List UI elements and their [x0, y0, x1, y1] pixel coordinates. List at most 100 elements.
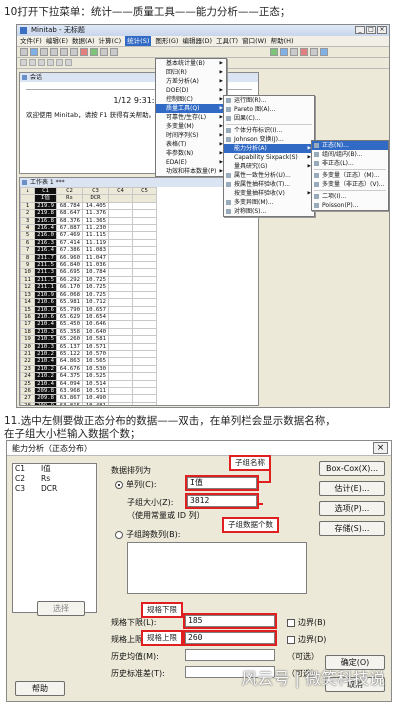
column-c1[interactable]: C1	[34, 186, 57, 196]
lower-boundary-option[interactable]: 边界(B)	[287, 617, 326, 628]
cell-c3[interactable]: 10.657	[82, 305, 109, 314]
cell-c2[interactable]: 64.676	[56, 364, 83, 374]
stat-menu-item-anova[interactable]: 方差分析(A)	[156, 77, 226, 86]
lower-boundary-checkbox[interactable]	[287, 618, 295, 627]
cell-c1[interactable]: 211.5	[34, 275, 57, 285]
quality-item-capability[interactable]: 能力分析(A)	[224, 144, 314, 153]
cell-c2[interactable]: 63.867	[56, 394, 83, 403]
capability-item-poisson[interactable]: Poisson(P)...	[312, 201, 388, 210]
cell-c1[interactable]: 210.4	[34, 379, 57, 388]
quality-item-johnson[interactable]: Johnson 变换(J)...	[224, 135, 314, 144]
cell-c2[interactable]: 67.887	[56, 224, 83, 233]
column-c5[interactable]: C5	[132, 186, 157, 196]
menu-calc[interactable]: 计算(C)	[99, 36, 122, 46]
cell-c3[interactable]: 10.481	[82, 401, 109, 405]
maximize-icon[interactable]: □	[366, 26, 376, 34]
cell-empty[interactable]	[132, 224, 157, 233]
row-number[interactable]: 25	[20, 379, 35, 388]
tool-c-icon[interactable]	[38, 59, 45, 66]
row-number[interactable]: 26	[20, 386, 35, 396]
copy-icon[interactable]	[60, 48, 68, 56]
upper-boundary-checkbox[interactable]	[287, 635, 295, 644]
across-rows-radio[interactable]	[115, 530, 123, 539]
cell-c1[interactable]: 210.2	[34, 349, 57, 359]
options-button[interactable]: 选项(P)...	[319, 501, 385, 516]
variable-item[interactable]: C2 Rs	[13, 474, 96, 484]
stat-menu-item-regression[interactable]: 回归(R)	[156, 68, 226, 77]
row-number[interactable]: 20	[20, 342, 35, 351]
cell-c1[interactable]: 219.9	[34, 201, 57, 211]
worksheet-icon[interactable]	[280, 48, 288, 56]
stat-menu-item-timeseries[interactable]: 时间序列(S)	[156, 131, 226, 140]
cell-c3[interactable]: 10.490	[82, 394, 109, 403]
boxcox-button[interactable]: Box-Cox(X)...	[319, 461, 385, 476]
cell-c2[interactable]: 66.068	[56, 290, 83, 300]
cell-empty[interactable]	[132, 364, 157, 374]
menu-editor[interactable]: 编辑器(D)	[182, 36, 212, 46]
quality-item-cause-effect[interactable]: 因果(C)...	[224, 114, 314, 123]
cell-empty[interactable]	[132, 357, 157, 366]
capability-item-multi-normal[interactable]: 多变量（正态）(M)...	[312, 171, 388, 180]
row-number[interactable]: 21	[20, 349, 35, 359]
cell-empty[interactable]	[108, 261, 133, 270]
minimize-icon[interactable]: _	[355, 26, 365, 34]
cell-empty[interactable]	[132, 349, 157, 359]
cell-c2[interactable]: 68.647	[56, 209, 83, 218]
cell-c3[interactable]: 10.525	[82, 372, 109, 381]
cell-c3[interactable]: 11.376	[82, 209, 109, 218]
cell-empty[interactable]	[108, 312, 133, 322]
close-icon[interactable]: ×	[377, 26, 387, 34]
row-number[interactable]: 7	[20, 246, 35, 255]
cell-empty[interactable]	[108, 357, 133, 366]
cell-c1[interactable]: 216.3	[34, 238, 57, 248]
cell-c2[interactable]: 66.170	[56, 283, 83, 292]
cell-c3[interactable]: 10.530	[82, 364, 109, 374]
row-number[interactable]: 24	[20, 372, 35, 381]
cell-c3[interactable]: 10.725	[82, 275, 109, 285]
row-number[interactable]: 2	[20, 209, 35, 218]
cell-empty[interactable]	[132, 268, 157, 277]
cell-c2[interactable]: 65.137	[56, 342, 83, 351]
cell-c3[interactable]: 10.640	[82, 327, 109, 337]
cell-c1[interactable]: 210.6	[34, 298, 57, 307]
cell-empty[interactable]	[108, 253, 133, 263]
tool-e-icon[interactable]	[56, 59, 63, 66]
row-number[interactable]: 17	[20, 320, 35, 329]
cell-empty[interactable]	[132, 290, 157, 300]
undo-icon[interactable]	[80, 48, 88, 56]
row-number[interactable]: 12	[20, 283, 35, 292]
cell-c1[interactable]: 216.4	[34, 246, 57, 255]
cell-empty[interactable]	[108, 364, 133, 374]
column-name-c4[interactable]	[108, 194, 133, 203]
quality-item-gage[interactable]: 量具研究(G)	[224, 162, 314, 171]
column-name-c5[interactable]	[132, 194, 157, 203]
cell-c2[interactable]: 66.840	[56, 261, 83, 270]
cell-c1[interactable]: 210.5	[34, 335, 57, 344]
print-icon[interactable]	[40, 48, 48, 56]
capability-item-binomial[interactable]: 二项(I)...	[312, 192, 388, 201]
find-icon[interactable]	[100, 48, 108, 56]
cell-empty[interactable]	[132, 231, 157, 240]
across-rows-input[interactable]	[127, 542, 307, 594]
cell-c1[interactable]: 216.4	[34, 224, 57, 233]
cell-empty[interactable]	[108, 335, 133, 344]
cell-c2[interactable]: 65.358	[56, 327, 83, 337]
menu-edit[interactable]: 编辑(E)	[46, 36, 68, 46]
cell-c3[interactable]: 11.365	[82, 216, 109, 226]
info-icon[interactable]	[310, 48, 318, 56]
single-column-radio[interactable]	[115, 480, 123, 489]
cell-empty[interactable]	[108, 290, 133, 300]
cell-c2[interactable]: 63.968	[56, 386, 83, 396]
cell-c3[interactable]: 10.581	[82, 335, 109, 344]
tool-b-icon[interactable]	[29, 59, 36, 66]
cell-c3[interactable]: 11.083	[82, 246, 109, 255]
quality-item-accept-attr[interactable]: 按属性抽样验收(T)...	[224, 180, 314, 189]
row-number[interactable]: 8	[20, 253, 35, 263]
cell-c2[interactable]: 63.815	[56, 401, 83, 405]
cell-c1[interactable]: 210.6	[34, 312, 57, 322]
cell-empty[interactable]	[108, 268, 133, 277]
row-number[interactable]: 13	[20, 290, 35, 300]
cell-c2[interactable]: 64.375	[56, 372, 83, 381]
row-number[interactable]: 9	[20, 261, 35, 270]
cell-empty[interactable]	[132, 372, 157, 381]
